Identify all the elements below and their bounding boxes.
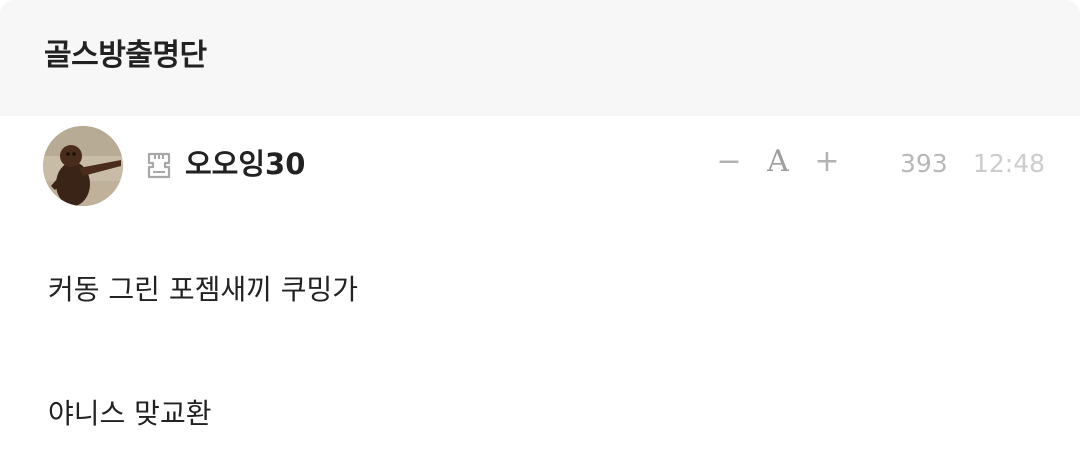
view-count: 393 (900, 149, 948, 178)
font-size-label: A (767, 144, 789, 179)
level-badge-icon (147, 152, 171, 179)
avatar[interactable] (43, 126, 123, 206)
post-title: 골스방출명단 (44, 38, 207, 73)
post-body-line: 커동 그린 포젬새끼 쿠밍가 (48, 273, 359, 306)
post-time: 12:48 (973, 149, 1046, 178)
post-header: 골스방출명단 (0, 0, 1080, 116)
author-name[interactable]: 오오잉30 (185, 144, 305, 184)
post-meta-bar: 오오잉30 − A + 393 12:48 (0, 116, 1080, 216)
avatar-image (43, 126, 123, 206)
font-decrease-button[interactable]: − (714, 140, 744, 184)
post-body: 커동 그린 포젬새끼 쿠밍가 야니스 맞교환 (48, 268, 1038, 436)
post-body-line: 야니스 맞교환 (48, 397, 212, 430)
font-increase-button[interactable]: + (812, 140, 842, 184)
post-view: 골스방출명단 오오잉30 − A + 393 12:48 커동 그린 포젬새끼 … (0, 0, 1080, 466)
